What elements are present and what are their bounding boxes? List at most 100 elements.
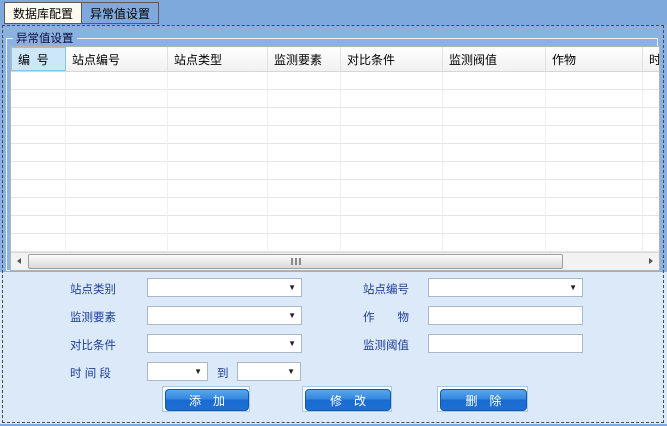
table-cell [168,126,268,144]
scroll-right-button[interactable] [643,253,659,269]
thumb-grip-icon [295,258,297,265]
time-to-combo[interactable]: ▼ [237,362,301,381]
table-cell [341,90,443,108]
add-button[interactable]: 添 加 [165,389,249,411]
table-cell [268,72,341,90]
table-cell [66,72,168,90]
column-header[interactable]: 站点类型 [168,47,268,71]
monitor-element-combo[interactable]: ▼ [147,306,302,325]
table-cell [643,126,659,144]
tab-abnormal-value-settings[interactable]: 异常值设置 [81,2,159,24]
dropdown-arrow-icon: ▼ [288,312,296,320]
column-header[interactable]: 作物 [546,47,643,71]
table-row [11,198,659,216]
table-cell [643,90,659,108]
table-cell [546,180,643,198]
column-header[interactable]: 对比条件 [341,47,443,71]
table-cell [268,234,341,252]
table-cell [341,180,443,198]
station-category-label: 站点类别 [70,281,116,297]
table-cell [66,126,168,144]
column-header[interactable]: 时 [643,47,659,71]
delete-button[interactable]: 删 除 [440,389,527,411]
scroll-left-icon [17,258,21,264]
compare-condition-combo[interactable]: ▼ [147,334,302,353]
table-cell [546,216,643,234]
table-cell [643,180,659,198]
table-cell [546,234,643,252]
table-row [11,90,659,108]
tab-database-config[interactable]: 数据库配置 [4,2,82,24]
table-cell [443,198,546,216]
compare-condition-label: 对比条件 [70,337,116,353]
tab-strip: 数据库配置 异常值设置 [4,2,159,24]
table-cell [168,234,268,252]
time-from-combo[interactable]: ▼ [147,362,208,381]
table-cell [11,234,66,252]
abnormal-value-settings-window: { "tabs": [ {"label": "数据库配置", "active":… [0,0,667,426]
station-id-combo[interactable]: ▼ [428,278,583,297]
column-header[interactable]: 监测阀值 [443,47,546,71]
horizontal-scrollbar[interactable] [11,252,659,270]
scroll-left-button[interactable] [11,253,27,269]
table-cell [546,72,643,90]
table-body [11,72,659,252]
scroll-right-icon [649,258,653,264]
table-cell [341,216,443,234]
table-cell [268,198,341,216]
table-cell [268,144,341,162]
table-cell [443,126,546,144]
table-row [11,72,659,90]
dropdown-arrow-icon: ▼ [288,284,296,292]
table-row [11,234,659,252]
abnormal-value-table: 编 号站点编号站点类型监测要素对比条件监测阀值作物时 [10,46,660,271]
column-header[interactable]: 编 号 [11,47,66,71]
table-cell [341,72,443,90]
threshold-label: 监测阈值 [363,337,409,353]
threshold-input[interactable] [428,334,583,353]
table-cell [168,180,268,198]
crop-input[interactable] [428,306,583,325]
table-cell [341,234,443,252]
table-cell [341,162,443,180]
table-cell [168,144,268,162]
table-cell [268,216,341,234]
table-cell [11,72,66,90]
table-row [11,216,659,234]
table-cell [11,198,66,216]
dropdown-arrow-icon: ▼ [287,368,295,376]
column-header[interactable]: 监测要素 [268,47,341,71]
table-cell [443,108,546,126]
table-cell [268,108,341,126]
dropdown-arrow-icon: ▼ [288,340,296,348]
table-row [11,144,659,162]
table-cell [11,90,66,108]
scrollbar-thumb[interactable] [28,254,563,269]
table-cell [11,108,66,126]
add-button-frame: 添 加 [162,386,250,412]
table-row [11,162,659,180]
column-header[interactable]: 站点编号 [66,47,168,71]
monitor-element-label: 监测要素 [70,309,116,325]
table-cell [443,72,546,90]
table-cell [643,108,659,126]
table-cell [66,216,168,234]
time-range-separator-label: 到 [217,365,229,381]
station-category-combo[interactable]: ▼ [147,278,302,297]
table-cell [546,90,643,108]
table-cell [341,144,443,162]
dropdown-arrow-icon: ▼ [194,368,202,376]
table-cell [268,90,341,108]
table-header: 编 号站点编号站点类型监测要素对比条件监测阀值作物时 [11,47,659,72]
modify-button[interactable]: 修 改 [305,389,391,411]
table-cell [443,144,546,162]
table-cell [168,216,268,234]
table-cell [66,180,168,198]
table-cell [11,126,66,144]
table-cell [268,180,341,198]
table-cell [341,108,443,126]
crop-label: 作 物 [363,309,409,325]
time-range-label: 时 间 段 [70,365,111,381]
groupbox-title: 异常值设置 [13,30,77,46]
table-cell [443,162,546,180]
